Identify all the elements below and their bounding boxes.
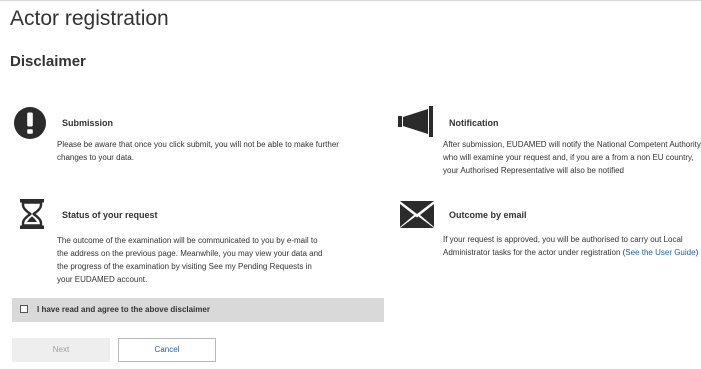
submission-block: Submission Please be aware that once you… (13, 106, 343, 166)
next-button[interactable]: Next (12, 338, 110, 362)
page-title: Actor registration (10, 7, 169, 30)
notification-block: Notification After submission, EUDAMED w… (398, 106, 701, 178)
status-block: Status of your request The outcome of th… (15, 198, 345, 290)
agreement-label[interactable]: I have read and agree to the above discl… (37, 304, 210, 316)
outcome-title: Outcome by email (449, 210, 527, 220)
outcome-text-after: ) (695, 248, 699, 257)
status-text: The outcome of the examination will be c… (57, 236, 323, 284)
megaphone-icon (398, 106, 433, 137)
submission-title: Submission (62, 118, 114, 128)
agreement-checkbox-row[interactable]: I have read and agree to the above discl… (12, 298, 384, 322)
status-title: Status of your request (62, 210, 158, 220)
top-divider (0, 0, 701, 1)
submission-text: Please be aware that once you click subm… (57, 140, 339, 162)
envelope-icon (400, 201, 434, 228)
hourglass-icon (20, 199, 44, 229)
notification-text: After submission, EUDAMED will notify th… (443, 140, 701, 175)
user-guide-link[interactable]: See the User Guide (625, 248, 695, 257)
cancel-button[interactable]: Cancel (118, 338, 216, 362)
exclamation-circle-icon (14, 107, 46, 139)
section-title: Disclaimer (10, 53, 86, 70)
agreement-checkbox[interactable] (20, 305, 28, 313)
outcome-block: Outcome by email If your request is appr… (400, 200, 701, 280)
outcome-text: If your request is approved, you will be… (443, 233, 701, 259)
notification-title: Notification (449, 118, 499, 128)
